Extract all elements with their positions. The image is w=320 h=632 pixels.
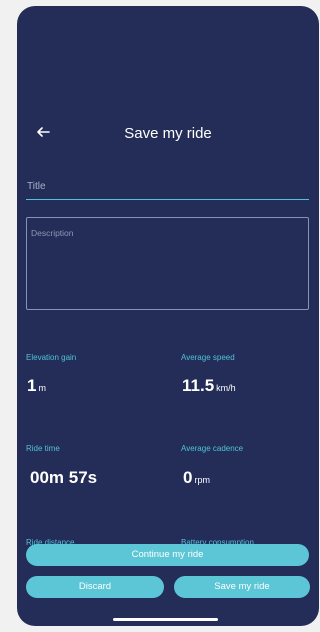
average-speed-unit: km/h — [216, 383, 236, 393]
elevation-gain-number: 1 — [27, 376, 37, 395]
discard-button[interactable]: Discard — [26, 576, 164, 598]
average-speed-label: Average speed — [181, 353, 235, 362]
save-ride-screen: Save my ride Elevation gain 1m Average s… — [17, 6, 319, 626]
average-cadence-unit: rpm — [194, 475, 210, 485]
average-cadence-value: 0 rpm — [183, 468, 210, 488]
title-input[interactable] — [26, 174, 309, 200]
home-indicator — [113, 618, 218, 621]
average-cadence-label: Average cadence — [181, 444, 244, 453]
average-cadence-number: 0 — [183, 468, 193, 487]
elevation-gain-label: Elevation gain — [26, 353, 77, 362]
header: Save my ride — [17, 120, 319, 146]
page-title: Save my ride — [124, 125, 212, 142]
average-speed-value: 11.5 km/h — [182, 376, 236, 396]
elevation-gain-value: 1m — [27, 376, 46, 396]
ride-time-label: Ride time — [26, 444, 60, 453]
continue-ride-button[interactable]: Continue my ride — [26, 544, 309, 566]
ride-time-value: 00m 57s — [30, 468, 98, 487]
description-input[interactable] — [26, 217, 309, 310]
save-ride-button[interactable]: Save my ride — [174, 576, 310, 598]
average-speed-number: 11.5 — [182, 376, 215, 395]
elevation-gain-unit: m — [38, 383, 46, 393]
